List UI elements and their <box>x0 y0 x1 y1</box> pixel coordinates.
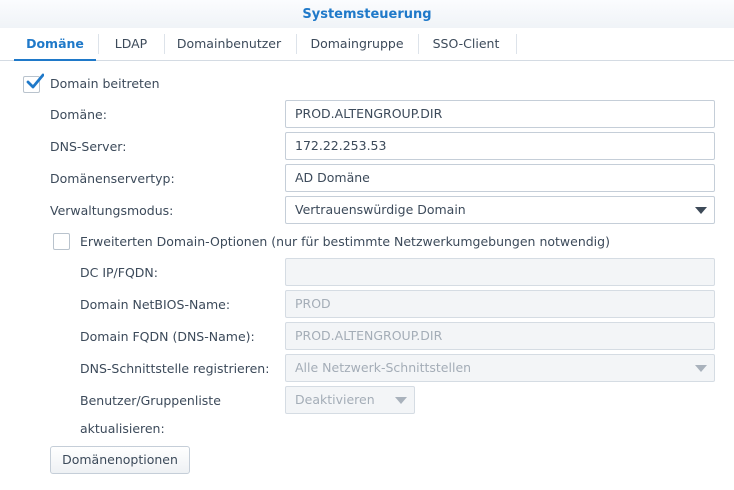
tab-separator <box>418 34 419 54</box>
dns-interface-select[interactable]: Alle Netzwerk-Schnittstellen <box>285 354 715 382</box>
advanced-options-checkbox[interactable] <box>53 233 70 250</box>
tab-separator <box>296 34 297 54</box>
tab-separator <box>516 34 517 54</box>
domain-label: Domäne: <box>50 107 107 122</box>
dc-ip-label: DC IP/FQDN: <box>80 265 158 280</box>
tab-domain-users[interactable]: Domainbenutzer <box>166 28 292 60</box>
tab-separator <box>98 34 99 54</box>
fqdn-label: Domain FQDN (DNS-Name): <box>80 329 255 344</box>
join-domain-checkbox[interactable] <box>23 73 44 93</box>
dc-ip-input[interactable] <box>285 258 715 286</box>
advanced-options-label: Erweiterten Domain-Optionen (nur für bes… <box>80 234 610 249</box>
window-title: Systemsteuerung <box>302 7 432 22</box>
update-list-value: Deaktivieren <box>295 392 375 407</box>
server-type-label: Domänenservertyp: <box>50 171 175 186</box>
join-domain-label: Domain beitreten <box>50 76 160 91</box>
management-mode-label: Verwaltungsmodus: <box>50 203 174 218</box>
netbios-input[interactable]: PROD <box>285 290 715 318</box>
tab-bar: Domäne LDAP Domainbenutzer Domaingruppe … <box>0 28 734 61</box>
domain-input[interactable]: PROD.ALTENGROUP.DIR <box>285 100 715 128</box>
tab-separator <box>164 34 165 54</box>
chevron-down-icon[interactable] <box>395 397 407 404</box>
check-icon <box>26 73 44 89</box>
dns-interface-label: DNS-Schnittstelle registrieren: <box>80 361 270 376</box>
tab-domain[interactable]: Domäne <box>14 28 96 61</box>
update-list-label-line1: Benutzer/Gruppenliste <box>80 393 221 408</box>
server-type-input[interactable]: AD Domäne <box>285 164 715 192</box>
dns-server-label: DNS-Server: <box>50 139 127 154</box>
fqdn-input[interactable]: PROD.ALTENGROUP.DIR <box>285 322 715 350</box>
domain-options-button[interactable]: Domänenoptionen <box>50 446 190 474</box>
dns-server-input[interactable]: 172.22.253.53 <box>285 132 715 160</box>
chevron-down-icon[interactable] <box>695 365 707 372</box>
netbios-label: Domain NetBIOS-Name: <box>80 297 231 312</box>
tab-ldap[interactable]: LDAP <box>100 28 162 60</box>
management-mode-select[interactable]: Vertrauenswürdige Domain <box>285 196 715 224</box>
dns-interface-value: Alle Netzwerk-Schnittstellen <box>295 360 472 375</box>
tab-domain-group[interactable]: Domaingruppe <box>298 28 416 60</box>
update-list-label-line2: aktualisieren: <box>80 421 165 436</box>
chevron-down-icon[interactable] <box>695 207 707 214</box>
management-mode-value: Vertrauenswürdige Domain <box>295 202 466 217</box>
tab-sso-client[interactable]: SSO-Client <box>420 28 512 60</box>
